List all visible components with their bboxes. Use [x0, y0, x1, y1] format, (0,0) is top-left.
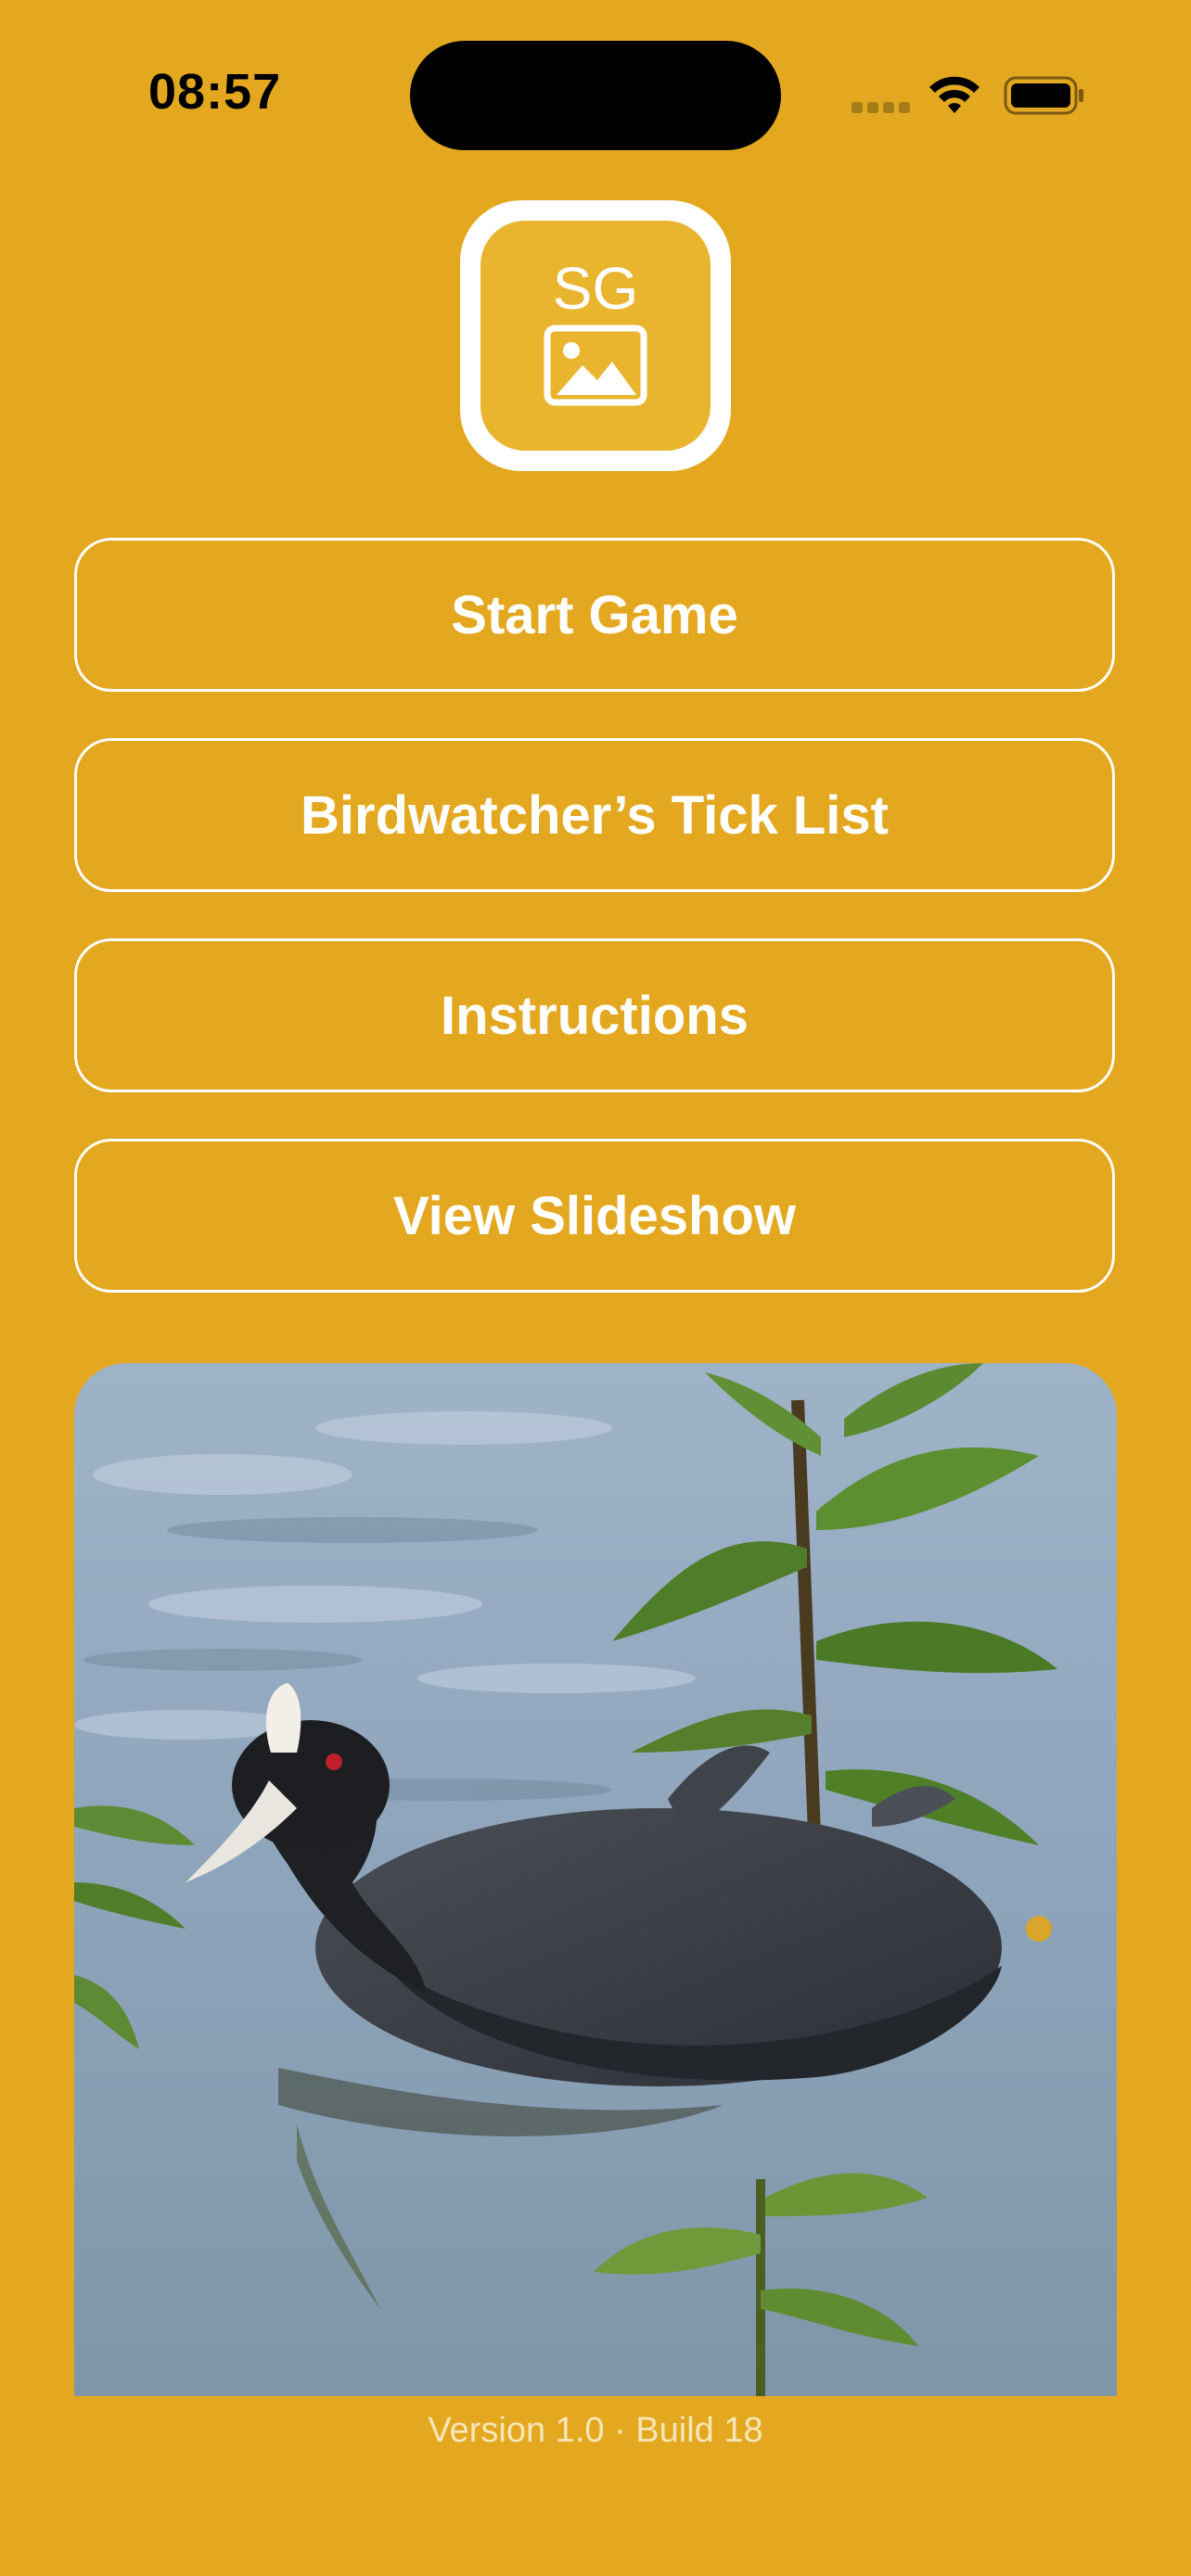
bird-photo [74, 1363, 1117, 2396]
cellular-signal-icon [852, 102, 911, 115]
tick-list-button[interactable]: Birdwatcher’s Tick List [74, 738, 1115, 892]
instructions-button[interactable]: Instructions [74, 938, 1115, 1092]
dynamic-island [410, 41, 781, 150]
picture-icon [544, 325, 647, 406]
app-logo-inner: SG [480, 221, 711, 451]
start-game-button[interactable]: Start Game [74, 538, 1115, 692]
status-bar: 08:57 [0, 0, 1191, 158]
version-label: Version 1.0 · Build 18 [428, 2411, 763, 2450]
status-time: 08:57 [148, 64, 282, 120]
battery-icon [1004, 76, 1083, 115]
app-logo-text: SG [552, 255, 639, 322]
view-slideshow-button[interactable]: View Slideshow [74, 1139, 1115, 1293]
wifi-icon [929, 76, 980, 113]
app-logo: SG [460, 200, 731, 471]
